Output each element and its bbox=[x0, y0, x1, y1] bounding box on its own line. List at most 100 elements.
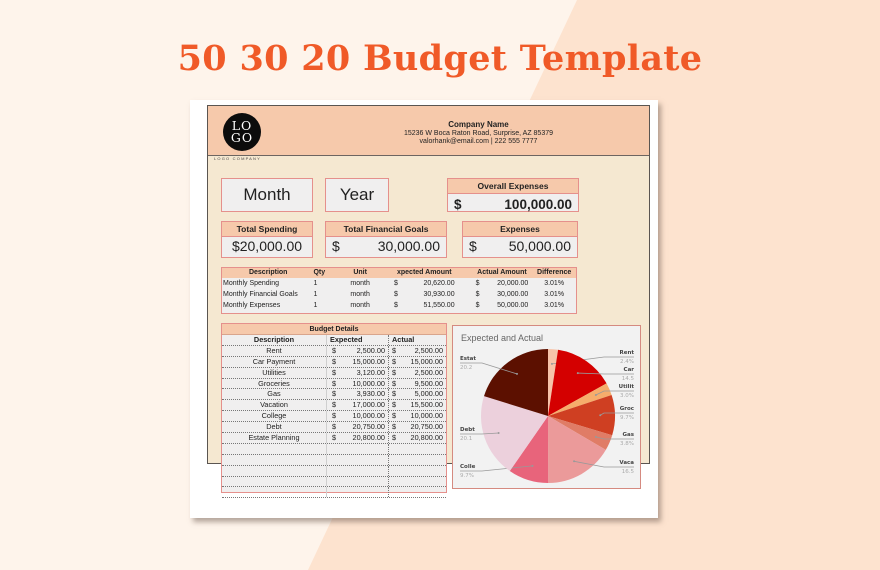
currency-symbol: $ bbox=[332, 367, 337, 377]
cell-qty[interactable]: 1 bbox=[313, 289, 335, 300]
cell-actual[interactable]: $30,000.00 bbox=[461, 289, 533, 300]
currency-symbol: $ bbox=[332, 400, 337, 410]
cell-actual[interactable] bbox=[389, 466, 445, 476]
table-row: Car Payment $15,000.00 $15,000.00 bbox=[222, 356, 446, 368]
cell-actual[interactable] bbox=[389, 477, 445, 487]
cell-actual[interactable]: $2,500.00 bbox=[389, 346, 445, 356]
sheet-header: LO GO LOGO COMPANY Company Name 15236 W … bbox=[208, 106, 649, 161]
cell-description[interactable]: Car Payment bbox=[222, 356, 327, 367]
total-financial-goals-value[interactable]: $ 30,000.00 bbox=[326, 237, 446, 255]
cell-actual[interactable]: $50,000.00 bbox=[461, 300, 533, 311]
currency-symbol: $ bbox=[393, 280, 398, 287]
expenses-value[interactable]: $ 50,000.00 bbox=[463, 237, 577, 255]
currency-symbol: $ bbox=[392, 367, 397, 377]
currency-symbol: $ bbox=[469, 238, 477, 254]
currency-symbol: $ bbox=[392, 422, 397, 432]
cell-actual[interactable]: $10,000.00 bbox=[389, 411, 445, 421]
currency-symbol: $ bbox=[332, 433, 337, 443]
cell-description[interactable]: Estate Planning bbox=[222, 433, 327, 443]
budget-details-table: Budget Details Description Expected Actu… bbox=[221, 323, 447, 499]
cell-difference[interactable]: 3.01% bbox=[532, 278, 576, 289]
total-spending-box: Total Spending $20,000.00 bbox=[221, 221, 313, 258]
currency-symbol: $ bbox=[392, 378, 397, 388]
total-financial-goals-amount: 30,000.00 bbox=[377, 238, 440, 254]
month-field[interactable]: Month bbox=[221, 178, 313, 212]
cell-qty[interactable]: 1 bbox=[313, 278, 335, 289]
table-row: Groceries $10,000.00 $9,500.00 bbox=[222, 378, 446, 390]
cell-difference[interactable]: 3.01% bbox=[532, 289, 576, 300]
cell-actual[interactable]: $2,500.00 bbox=[389, 368, 445, 378]
total-spending-value[interactable]: $20,000.00 bbox=[222, 237, 312, 255]
cell-description[interactable]: Monthly Expenses bbox=[222, 300, 313, 311]
cell-expected[interactable]: $20,750.00 bbox=[327, 422, 389, 433]
currency-symbol: $ bbox=[332, 411, 337, 421]
cell-expected[interactable]: $51,550.00 bbox=[385, 300, 461, 311]
overall-expenses-value[interactable]: $ 100,000.00 bbox=[448, 194, 578, 212]
cell-actual[interactable]: $15,500.00 bbox=[389, 400, 445, 410]
header-expected-amount: xpected Amount bbox=[397, 269, 452, 276]
cell-actual[interactable]: $15,000.00 bbox=[389, 357, 445, 367]
slice-value-label: 3.0% bbox=[620, 393, 634, 399]
cell-expected[interactable]: $3,930.00 bbox=[327, 389, 389, 400]
summary-table: Description Qty Unit xpected Amount Actu… bbox=[221, 267, 577, 314]
cell-expected[interactable]: $10,000.00 bbox=[327, 378, 389, 389]
expected-amount: 20,800.00 bbox=[352, 433, 385, 443]
cell-actual[interactable]: $20,000.00 bbox=[461, 278, 533, 289]
overall-expenses-label: Overall Expenses bbox=[448, 179, 578, 194]
cell-description[interactable]: Monthly Spending bbox=[222, 278, 313, 289]
cell-expected[interactable]: $30,930.00 bbox=[385, 289, 461, 300]
cell-expected[interactable] bbox=[327, 487, 389, 498]
cell-description[interactable] bbox=[222, 476, 327, 487]
leader-dot bbox=[576, 372, 579, 375]
cell-actual[interactable]: $5,000.00 bbox=[389, 389, 445, 399]
cell-description[interactable]: Gas bbox=[222, 389, 327, 400]
table-row: Monthly Spending 1 month $20,620.00 $20,000.… bbox=[222, 278, 576, 289]
cell-expected[interactable] bbox=[327, 465, 389, 476]
table-row: Estate Planning $20,800.00 $20,800.00 bbox=[222, 433, 446, 444]
cell-description[interactable]: Groceries bbox=[222, 378, 327, 389]
cell-actual[interactable]: $20,750.00 bbox=[389, 422, 445, 432]
cell-expected[interactable]: $17,000.00 bbox=[327, 400, 389, 411]
table-row bbox=[222, 476, 446, 488]
cell-expected[interactable]: $15,000.00 bbox=[327, 356, 389, 367]
year-field[interactable]: Year bbox=[325, 178, 389, 212]
cell-description[interactable] bbox=[222, 487, 327, 498]
cell-actual[interactable] bbox=[389, 487, 445, 497]
cell-expected[interactable] bbox=[327, 443, 389, 454]
cell-expected[interactable] bbox=[327, 454, 389, 465]
cell-description[interactable]: Rent bbox=[222, 345, 327, 356]
cell-description[interactable]: Debt bbox=[222, 422, 327, 433]
cell-expected[interactable]: $20,800.00 bbox=[327, 433, 389, 443]
currency-symbol: $ bbox=[393, 291, 398, 298]
expected-amount: 20,620.00 bbox=[423, 280, 455, 287]
cell-description[interactable]: Utilities bbox=[222, 367, 327, 378]
cell-expected[interactable] bbox=[327, 476, 389, 487]
cell-actual[interactable] bbox=[389, 455, 445, 465]
cell-actual[interactable] bbox=[389, 444, 445, 454]
table-row: Utilities $3,120.00 $2,500.00 bbox=[222, 367, 446, 379]
slice-value-label: 2.4% bbox=[620, 359, 634, 365]
cell-unit[interactable]: month bbox=[335, 289, 385, 300]
cell-difference[interactable]: 3.01% bbox=[532, 300, 576, 311]
cell-actual[interactable]: $20,800.00 bbox=[389, 433, 445, 443]
cell-description[interactable] bbox=[222, 443, 327, 454]
cell-description[interactable]: College bbox=[222, 411, 327, 422]
cell-description[interactable] bbox=[222, 465, 327, 476]
leader-dot bbox=[594, 435, 597, 438]
cell-description[interactable]: Monthly Financial Goals bbox=[222, 289, 313, 300]
expected-amount: 15,000.00 bbox=[352, 356, 385, 366]
cell-unit[interactable]: month bbox=[335, 300, 385, 311]
cell-expected[interactable]: $2,500.00 bbox=[327, 345, 389, 356]
cell-actual[interactable]: $9,500.00 bbox=[389, 379, 445, 389]
actual-amount: 30,000.00 bbox=[497, 291, 529, 298]
cell-unit[interactable]: month bbox=[335, 278, 385, 289]
cell-qty[interactable]: 1 bbox=[313, 300, 335, 311]
logo-text-2: GO bbox=[230, 130, 254, 145]
cell-expected[interactable]: $20,620.00 bbox=[385, 278, 461, 289]
cell-expected[interactable]: $10,000.00 bbox=[327, 411, 389, 422]
cell-expected[interactable]: $3,120.00 bbox=[327, 367, 389, 378]
expected-amount: 17,000.00 bbox=[352, 400, 385, 410]
cell-description[interactable] bbox=[222, 454, 327, 465]
expected-amount: 51,550.00 bbox=[423, 302, 455, 309]
cell-description[interactable]: Vacation bbox=[222, 400, 327, 411]
